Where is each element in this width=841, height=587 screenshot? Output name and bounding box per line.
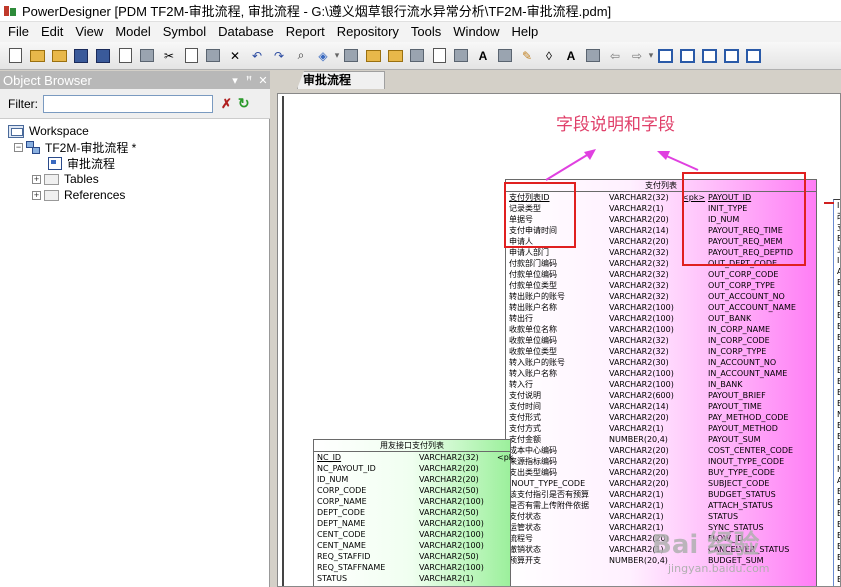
object-browser-title: Object Browser <box>3 72 92 88</box>
pen-icon[interactable]: ✎ <box>518 47 536 65</box>
baidu-watermark-url: jingyan.baidu.com <box>668 562 770 575</box>
format-icon[interactable] <box>584 47 602 65</box>
print-icon[interactable] <box>138 47 156 65</box>
tree-item-label: Tables <box>64 172 99 186</box>
shape-icon[interactable] <box>452 47 470 65</box>
toolbar-overflow-2-icon[interactable]: ▾ <box>648 47 654 65</box>
main-toolbar: ✂ ✕ ↶ ↷ ⌕ ◈ ▾ A ✎ ◊ A ⇦ ⇨ ▾ <box>0 42 841 70</box>
arrow-left-line <box>545 151 593 181</box>
clear-filter-icon[interactable]: ✗ <box>221 96 232 112</box>
open-folder-icon[interactable] <box>50 47 68 65</box>
arrow-right-head <box>657 151 670 160</box>
object-browser-header: Object Browser ▾ ꟸ ✕ <box>0 71 270 89</box>
delete-icon[interactable]: ✕ <box>226 47 244 65</box>
tree-item-label: 审批流程 <box>67 154 116 172</box>
menu-window[interactable]: Window <box>447 22 505 42</box>
window-layout-2-icon[interactable] <box>678 47 696 65</box>
window-title: PowerDesigner [PDM TF2M-审批流程, 审批流程 - G:\… <box>22 4 612 19</box>
paste-icon[interactable] <box>204 47 222 65</box>
tree-item-diagram[interactable]: 审批流程 <box>48 154 116 172</box>
tree-item-tables[interactable]: + Tables <box>32 171 99 187</box>
save-icon[interactable] <box>72 47 90 65</box>
window-layout-3-icon[interactable] <box>700 47 718 65</box>
compare-icon[interactable] <box>408 47 426 65</box>
tree-item-model[interactable]: − TF2M-审批流程 * <box>14 139 136 155</box>
window-layout-1-icon[interactable] <box>656 47 674 65</box>
arrow-left-head <box>584 149 596 160</box>
document-area: 审批流程 字段说明和字段 支付列表 支付列表ID VARCHAR2(32) <pk>… <box>271 71 841 587</box>
menu-tools[interactable]: Tools <box>405 22 447 42</box>
menu-edit[interactable]: Edit <box>35 22 69 42</box>
expand-icon[interactable]: + <box>32 190 41 200</box>
window-layout-4-icon[interactable] <box>722 47 740 65</box>
tree-item-label: References <box>64 188 126 202</box>
tree-item-label: Workspace <box>29 124 89 138</box>
fill-icon[interactable]: ◊ <box>540 47 558 65</box>
menu-model[interactable]: Model <box>109 22 156 42</box>
diagram-canvas[interactable]: 字段说明和字段 支付列表 支付列表ID VARCHAR2(32) <pk> PAYOU… <box>277 93 841 587</box>
reverse-engineer-icon[interactable] <box>386 47 404 65</box>
report-icon[interactable] <box>430 47 448 65</box>
toolbar-overflow-icon[interactable]: ▾ <box>334 47 340 65</box>
save-all-icon[interactable] <box>94 47 112 65</box>
check-model-icon[interactable] <box>342 47 360 65</box>
redo-icon[interactable]: ↷ <box>270 47 288 65</box>
new-icon[interactable] <box>6 47 24 65</box>
tree-item-label: TF2M-审批流程 * <box>45 140 137 155</box>
find-icon[interactable]: ⌕ <box>292 47 310 65</box>
annotation-arrows <box>545 149 699 181</box>
workspace-icon <box>8 124 24 138</box>
powerdesigner-logo-icon <box>3 4 17 18</box>
close-icon[interactable]: ✕ <box>256 74 270 87</box>
title-bar: PowerDesigner [PDM TF2M-审批流程, 审批流程 - G:\… <box>0 0 841 22</box>
expand-icon[interactable]: + <box>32 174 41 184</box>
generate-icon[interactable] <box>364 47 382 65</box>
image-icon[interactable] <box>496 47 514 65</box>
menu-help[interactable]: Help <box>506 22 545 42</box>
menu-report[interactable]: Report <box>280 22 331 42</box>
filter-label: Filter: <box>8 96 38 111</box>
menu-file[interactable]: File <box>2 22 35 42</box>
undo-icon[interactable]: ↶ <box>248 47 266 65</box>
new-model-icon[interactable] <box>28 47 46 65</box>
physical-model-icon <box>26 140 40 154</box>
arrow-right-icon[interactable]: ⇨ <box>628 47 646 65</box>
tab-diagram[interactable]: 审批流程 <box>297 71 385 89</box>
folder-icon <box>44 173 59 185</box>
filter-row: Filter: ✗ ↻ <box>0 89 270 119</box>
menu-repository[interactable]: Repository <box>331 22 405 42</box>
text-icon[interactable]: A <box>474 47 492 65</box>
pin-icon[interactable]: ꟸ <box>242 74 256 87</box>
folder-icon <box>44 189 59 201</box>
menu-database[interactable]: Database <box>212 22 280 42</box>
properties-icon[interactable]: ◈ <box>314 47 332 65</box>
object-browser-panel: Filter: ✗ ↻ Workspace − TF2M-审批流程 * 审批流程… <box>0 89 270 587</box>
tree-item-references[interactable]: + References <box>32 187 125 203</box>
font-color-icon[interactable]: A <box>562 47 580 65</box>
print-preview-icon[interactable] <box>116 47 134 65</box>
arrow-left-icon[interactable]: ⇦ <box>606 47 624 65</box>
document-tab-strip: 审批流程 <box>271 71 841 89</box>
copy-icon[interactable] <box>182 47 200 65</box>
menu-view[interactable]: View <box>69 22 109 42</box>
dropdown-icon[interactable]: ▾ <box>228 74 242 87</box>
collapse-icon[interactable]: − <box>14 142 23 152</box>
window-layout-5-icon[interactable] <box>744 47 762 65</box>
baidu-watermark: Bai 经验 <box>652 530 760 560</box>
filter-input[interactable] <box>43 94 213 113</box>
refresh-icon[interactable]: ↻ <box>238 95 250 112</box>
menu-symbol[interactable]: Symbol <box>157 22 212 42</box>
tree-item-workspace[interactable]: Workspace <box>8 123 89 139</box>
menu-bar: File Edit View Model Symbol Database Report Rep… <box>0 22 841 42</box>
diagram-icon <box>48 156 62 170</box>
cut-icon[interactable]: ✂ <box>160 47 178 65</box>
